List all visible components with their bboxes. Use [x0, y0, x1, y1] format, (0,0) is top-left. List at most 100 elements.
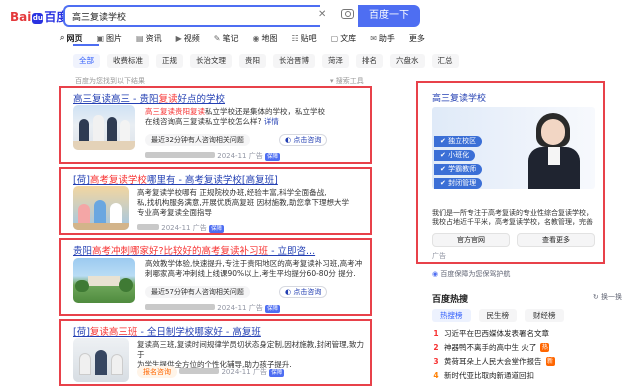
feature-label: 学霸教师: [448, 165, 477, 173]
search-tools[interactable]: ▾ 搜索工具: [330, 76, 364, 86]
ad-label: 广告: [432, 252, 446, 260]
title-part: [荷]: [73, 175, 90, 186]
search-button[interactable]: 百度一下: [358, 5, 420, 27]
tab-more[interactable]: 更多: [409, 31, 425, 45]
blurred-source: [145, 304, 215, 310]
result-thumbnail[interactable]: [73, 105, 135, 150]
result-date: 2024-11: [217, 152, 247, 160]
guarantee-text: 百度保障为您保驾护航: [440, 270, 511, 278]
feature-tag: ✔ 封闭管理: [434, 178, 483, 189]
title-part: 哪家好 - 高复班: [194, 327, 261, 338]
tab-tieba[interactable]: ☷ 贴吧: [291, 31, 316, 45]
refresh-icon: ↻: [592, 293, 599, 301]
hot-rank: 3: [433, 356, 439, 366]
signup-chip[interactable]: 报名咨询: [137, 366, 177, 378]
result-date: 2024-11: [221, 368, 251, 376]
refresh-button[interactable]: ↻ 换一换: [593, 292, 622, 304]
filter-chip[interactable]: 收费标准: [107, 54, 149, 68]
tab-images[interactable]: ▣ 图片: [96, 31, 122, 45]
consult-button[interactable]: ◐ 点击咨询: [279, 286, 328, 298]
hot-tab[interactable]: 财经榜: [525, 309, 564, 322]
shield-icon: ◉: [432, 270, 439, 278]
paw-icon: du: [32, 13, 44, 24]
panel-title[interactable]: 高三复读学校: [432, 91, 486, 104]
clear-icon[interactable]: ✕: [318, 9, 326, 20]
panel-banner[interactable]: [432, 107, 595, 189]
active-tab-indicator: [73, 44, 99, 46]
guarantee-badge: 保障: [264, 153, 280, 161]
signup-chip-label: 报名咨询: [143, 368, 171, 376]
tab-map[interactable]: ◉ 地图: [252, 31, 277, 45]
result-meta: 2024-11 广告 保障: [137, 223, 224, 233]
hot-tab[interactable]: 热搜榜: [432, 309, 471, 322]
filter-chip[interactable]: 全部: [73, 54, 100, 68]
filter-chip[interactable]: 菏泽: [322, 54, 349, 68]
filter-chip[interactable]: 正规: [156, 54, 183, 68]
search-result: [荷]高考复读学校哪里有 - 高考复读学校[高复班] 高考复读学校哪有 正规院校…: [59, 167, 372, 235]
tab-label: 笔记: [222, 33, 239, 43]
result-thumbnail[interactable]: [73, 258, 135, 303]
tab-news[interactable]: ▤ 资讯: [136, 31, 162, 45]
recent-inquiry-pill: 最近57分钟有人咨询相关问题: [145, 286, 250, 298]
hot-tag: 热: [540, 342, 550, 352]
title-highlight: 复读: [158, 94, 178, 105]
hot-item[interactable]: 2 神器鸭不离手的高中生 火了热: [432, 340, 622, 354]
search-result: 高三复读高三 - 贵阳复读好点的学校 高三复读贵阳复读私立学校还是集体的学校，私…: [59, 86, 372, 164]
result-thumbnail[interactable]: [73, 338, 129, 382]
filter-chip[interactable]: 六盘水: [390, 54, 425, 68]
feature-label: 封闭管理: [448, 179, 477, 187]
result-meta: 报名咨询 2024-11 广告 保障: [137, 366, 285, 378]
tab-wenku[interactable]: ▢ 文库: [331, 31, 357, 45]
result-thumbnail[interactable]: [73, 186, 129, 230]
title-part: 高三复读: [73, 94, 112, 105]
hot-item[interactable]: 3 黄荷耳朵上人民大会堂作报告新: [432, 354, 622, 368]
filter-chip[interactable]: 贵阳: [239, 54, 266, 68]
title-part: 高三 - 贵阳: [111, 94, 159, 105]
title-part: - 立即咨...: [268, 246, 316, 257]
filter-chip[interactable]: 长治晋博: [273, 54, 315, 68]
search-input[interactable]: [72, 7, 272, 25]
guarantee-line[interactable]: ◉ 百度保障为您保驾护航: [432, 269, 510, 279]
search-result: [荷]复读高三班 - 全日制学校哪家好 - 高复班 复读高三班,复读时间规律学员…: [59, 319, 372, 386]
result-date: 2024-11: [161, 224, 191, 232]
baidu-logo[interactable]: Bai du 百度: [10, 8, 68, 25]
guarantee-badge: 保障: [269, 369, 285, 377]
hot-item[interactable]: 1 习近平在巴西媒体发表署名文章: [432, 326, 622, 340]
filter-chip[interactable]: 排名: [356, 54, 383, 68]
desc-highlight: 贵阳复读: [175, 107, 205, 116]
panel-description: 我们是一所专注于高考复读的专业性综合复读学校，我校占地近千平米，高考复读学校，名…: [432, 209, 593, 226]
desc-text: 高效教学体验,快速提升,专注于贵阳地区的高考复读补习班,高考冲: [145, 259, 363, 268]
camera-icon[interactable]: [341, 9, 354, 19]
result-title[interactable]: 高三复读高三 - 贵阳复读好点的学校: [73, 91, 363, 105]
ad-panel: 高三复读学校 ✔ 独立校区 ✔ 小班化 ✔ 学霸教师 ✔ 封闭管理 我们是一所专…: [416, 81, 605, 264]
tab-notes[interactable]: ✎ 笔记: [214, 31, 239, 45]
tab-label: 贴吧: [300, 33, 317, 43]
consult-button[interactable]: ◐ 点击咨询: [279, 134, 328, 146]
result-meta: 2024-11 广告 保障: [145, 303, 280, 313]
check-icon: ✔: [440, 151, 446, 159]
refresh-label: 换一换: [601, 293, 622, 301]
result-date: 2024-11: [217, 304, 247, 312]
hot-tab[interactable]: 民生榜: [478, 309, 517, 322]
filter-chip[interactable]: 长治文理: [190, 54, 232, 68]
tab-label: 助手: [378, 33, 395, 43]
hot-item[interactable]: 4 新时代亚比取肉新通道回扣: [432, 368, 622, 382]
tab-video[interactable]: ▶ 视频: [176, 31, 200, 45]
tab-assistant[interactable]: ✉ 助手: [370, 31, 395, 45]
tab-label: 更多: [408, 33, 425, 43]
hot-item-text: 新时代亚比取肉新通道回扣: [444, 370, 534, 380]
check-icon: ✔: [440, 137, 446, 145]
view-more-button[interactable]: 查看更多: [517, 233, 595, 247]
filter-chip[interactable]: 汇总: [431, 54, 459, 68]
map-icon: ◉: [252, 33, 260, 43]
ad-label: 广告: [252, 368, 267, 376]
result-title[interactable]: 贵阳高考冲刺哪家好?比较好的高考复读补习班 - 立即咨...: [73, 243, 363, 257]
details-link[interactable]: 详情: [264, 117, 279, 126]
ad-label: 广告: [192, 224, 207, 232]
consult-label: 点击咨询: [293, 136, 322, 144]
result-title[interactable]: [荷]高考复读学校哪里有 - 高考复读学校[高复班]: [73, 172, 363, 186]
tab-web[interactable]: ⌕ 网页: [60, 31, 82, 45]
result-title[interactable]: [荷]复读高三班 - 全日制学校哪家好 - 高复班: [73, 324, 363, 338]
official-site-button[interactable]: 官方官网: [432, 233, 510, 247]
result-description: 高三复读贵阳复读私立学校还是集体的学校，私立学校 在线咨询高三复读私立学校怎么样…: [145, 107, 370, 127]
